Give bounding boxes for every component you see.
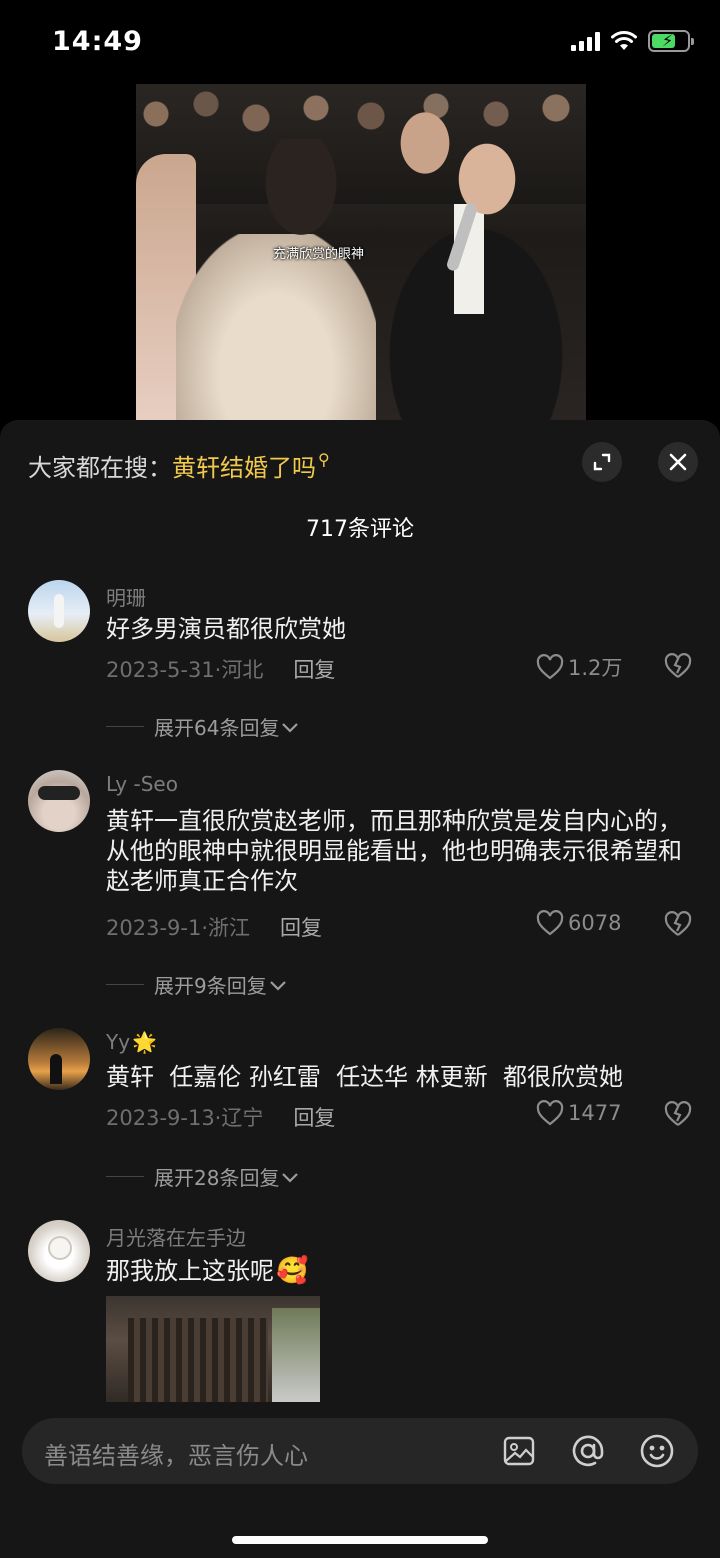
expand-replies-button[interactable]: 展开9条回复: [106, 970, 287, 999]
search-term[interactable]: 黄轩结婚了吗: [172, 448, 316, 483]
emoji-button[interactable]: [638, 1432, 676, 1470]
like-count: 1.2万: [568, 656, 623, 680]
expand-replies-label: 展开28条回复: [154, 1166, 280, 1190]
heart-icon: [536, 910, 564, 936]
image-picker-button[interactable]: [500, 1432, 538, 1470]
comment-input-placeholder[interactable]: 善语结善缘，恶言伤人心: [44, 1436, 308, 1471]
home-indicator[interactable]: [232, 1536, 488, 1544]
comment-date-location: 2023-5-31·河北: [106, 658, 264, 682]
dislike-button[interactable]: [664, 1101, 692, 1131]
comment-date-location: 2023-9-1·浙江: [106, 916, 250, 940]
cellular-signal-icon: [571, 31, 600, 51]
search-icon: ⚲: [318, 449, 330, 469]
comment-meta: 2023-9-1·浙江 回复: [106, 912, 322, 942]
chevron-down-icon: [269, 980, 286, 991]
search-suggestion[interactable]: 大家都在搜： 黄轩结婚了吗 ⚲: [28, 448, 330, 483]
wifi-icon: [611, 31, 637, 50]
comment-username[interactable]: 明珊: [106, 582, 146, 611]
avatar[interactable]: [28, 1028, 90, 1090]
comment-text: 好多男演员都很欣赏她: [106, 615, 346, 643]
search-prefix: 大家都在搜：: [28, 453, 172, 482]
comment-username[interactable]: 月光落在左手边: [106, 1222, 246, 1251]
comment-date-location: 2023-9-13·辽宁: [106, 1106, 264, 1130]
image-icon: [503, 1436, 535, 1466]
comment-meta: 2023-5-31·河北 回复: [106, 654, 335, 684]
dislike-button[interactable]: [664, 911, 692, 941]
close-button[interactable]: [658, 442, 698, 482]
like-button[interactable]: 6078: [536, 910, 621, 936]
comment-text: 那我放上这张呢 🥰: [106, 1256, 309, 1286]
heart-icon: [536, 654, 564, 680]
avatar[interactable]: [28, 770, 90, 832]
expand-replies-label: 展开9条回复: [154, 974, 267, 998]
status-bar: 14:49 ⚡: [0, 0, 720, 84]
comment-username[interactable]: Ly -Seo: [106, 772, 178, 796]
broken-heart-icon: [664, 911, 692, 936]
at-sign-icon: [572, 1435, 604, 1467]
comment-text: 黄轩 任嘉伦 孙红雷 任达华 林更新 都很欣赏她: [106, 1063, 624, 1091]
expand-replies-button[interactable]: 展开64条回复: [106, 712, 299, 741]
comment-username[interactable]: Yy 🌟: [106, 1030, 157, 1054]
avatar[interactable]: [28, 580, 90, 642]
mention-button[interactable]: [569, 1432, 607, 1470]
reply-button[interactable]: 回复: [280, 912, 322, 942]
like-count: 1477: [568, 1101, 622, 1125]
comment-meta: 2023-9-13·辽宁 回复: [106, 1102, 335, 1132]
comment-text: 黄轩一直很欣赏赵老师，而且那种欣赏是发自内心的，从他的眼神中就很明显能看出，他也…: [106, 807, 682, 895]
star-emoji-icon: 🌟: [132, 1030, 157, 1054]
heart-icon: [536, 1100, 564, 1126]
avatar[interactable]: [28, 1220, 90, 1282]
close-icon: [669, 453, 687, 471]
charging-bolt-icon: ⚡: [662, 31, 674, 50]
comment-count: 717条评论: [306, 517, 414, 542]
chevron-down-icon: [282, 1172, 299, 1183]
smiling-face-emoji-icon: 🥰: [276, 1256, 309, 1286]
status-time: 14:49: [52, 26, 143, 57]
expand-button[interactable]: [582, 442, 622, 482]
reply-button[interactable]: 回复: [293, 654, 335, 684]
battery-icon: ⚡: [648, 30, 694, 52]
chevron-down-icon: [282, 722, 299, 733]
expand-icon: [593, 453, 611, 471]
like-count: 6078: [568, 911, 622, 935]
broken-heart-icon: [664, 1101, 692, 1126]
broken-heart-icon: [664, 653, 692, 678]
reply-button[interactable]: 回复: [293, 1102, 335, 1132]
status-icons: ⚡: [571, 30, 694, 52]
comment-image[interactable]: [106, 1296, 320, 1406]
dislike-button[interactable]: [664, 653, 692, 683]
expand-replies-label: 展开64条回复: [154, 716, 280, 740]
like-button[interactable]: 1.2万: [536, 652, 622, 682]
like-button[interactable]: 1477: [536, 1100, 621, 1126]
video-caption: 充满欣赏的眼神: [273, 247, 365, 262]
expand-replies-button[interactable]: 展开28条回复: [106, 1162, 299, 1191]
emoji-face-icon: [640, 1434, 674, 1468]
